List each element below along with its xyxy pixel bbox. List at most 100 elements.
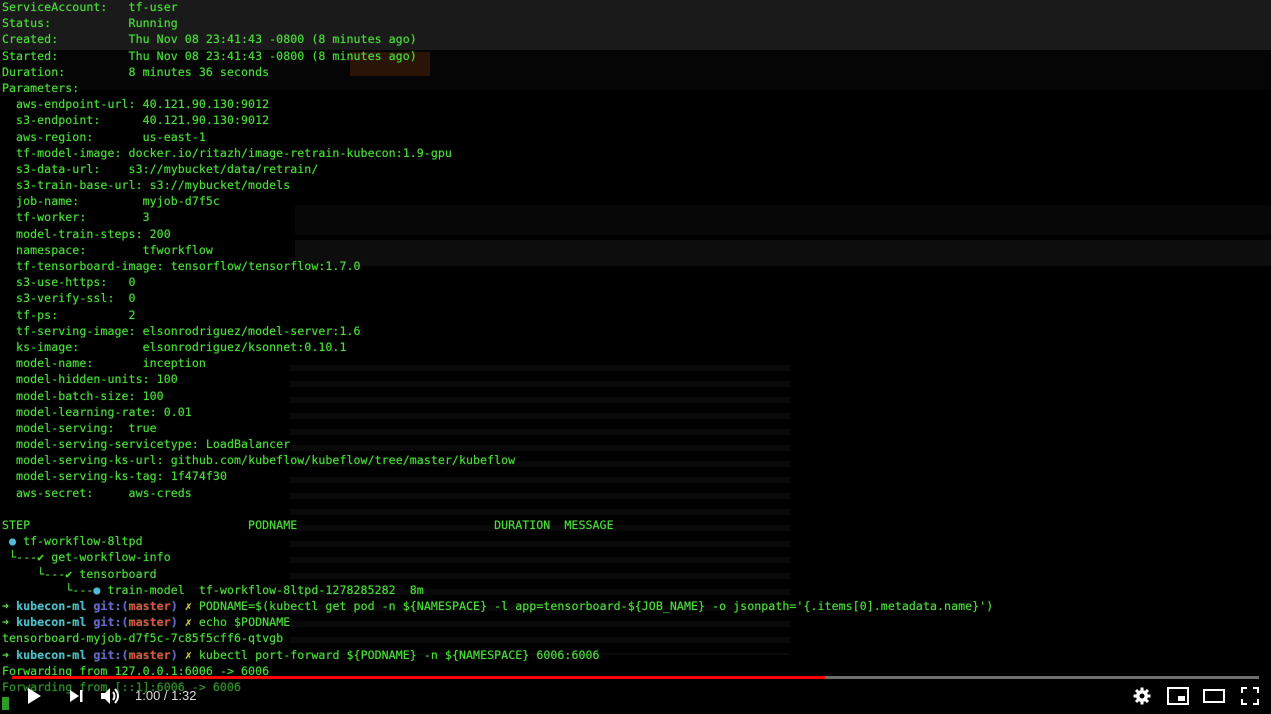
play-icon	[28, 688, 41, 704]
step-tree: └---	[2, 550, 38, 565]
next-button[interactable]	[64, 684, 88, 708]
parameter-line: s3-endpoint: 40.121.90.130:9012	[2, 112, 993, 128]
parameter-line: tf-tensorboard-image: tensorflow/tensorf…	[2, 258, 993, 274]
parameter-value: elsonrodriguez/model-server:1.6	[142, 323, 361, 338]
parameter-value: 40.121.90.130:9012	[142, 113, 270, 128]
parameter-value: 0	[128, 275, 136, 290]
parameter-key: tf-model-image:	[2, 145, 129, 160]
parameter-value: true	[128, 420, 157, 435]
terminal-output: ServiceAccount: tf-user Status: Running Cr…	[2, 0, 993, 711]
dirty-x-icon: ✗	[184, 615, 199, 630]
parameter-value: 0	[128, 291, 136, 306]
parameter-value: s3://mybucket/data/retrain/	[128, 161, 319, 176]
parameter-line: s3-train-base-url: s3://mybucket/models	[2, 177, 993, 193]
parameter-line: tf-worker: 3	[2, 209, 993, 225]
next-icon	[70, 690, 83, 702]
command-line: ➜ kubecon-ml git:(master) ✗ kubectl port…	[2, 647, 993, 663]
parameter-key: tf-tensorboard-image:	[2, 259, 171, 273]
progress-bar[interactable]	[12, 676, 1259, 679]
prompt-arrow-icon: ➜	[2, 598, 17, 613]
info-line: Status: Running	[2, 15, 993, 31]
parameter-value: 3	[142, 210, 150, 225]
info-value: 8 minutes 36 seconds	[128, 64, 270, 79]
parameter-line: tf-serving-image: elsonrodriguez/model-s…	[2, 323, 993, 339]
parameter-value: LoadBalancer	[205, 437, 291, 452]
prompt-git: git:(	[93, 647, 129, 662]
fullscreen-icon	[1241, 687, 1259, 705]
prompt-branch: master	[128, 615, 171, 630]
command-text: kubectl port-forward ${PODNAME} -n ${NAM…	[198, 647, 600, 662]
info-value: tf-user	[128, 0, 178, 14]
parameter-key: tf-serving-image:	[2, 323, 143, 338]
volume-button[interactable]	[99, 684, 123, 708]
parameter-value: 0.01	[163, 404, 192, 419]
prompt-branch: master	[128, 598, 171, 613]
parameter-key: model-batch-size:	[2, 388, 143, 403]
parameter-line: aws-region: us-east-1	[2, 129, 993, 145]
parameter-line: aws-endpoint-url: 40.121.90.130:9012	[2, 96, 993, 112]
parameter-line: ks-image: elsonrodriguez/ksonnet:0.10.1	[2, 339, 993, 355]
info-key: Created:	[2, 32, 129, 47]
parameter-line: s3-data-url: s3://mybucket/data/retrain/	[2, 161, 993, 177]
parameter-key: job-name:	[2, 194, 143, 209]
prompt-git: )	[170, 615, 185, 630]
parameter-line: tf-ps: 2	[2, 307, 993, 323]
step-name: tf-workflow-8ltpd	[16, 534, 143, 549]
parameter-key: model-serving-ks-url:	[2, 453, 171, 468]
parameter-key: model-serving:	[2, 420, 129, 435]
parameter-line: model-learning-rate: 0.01	[2, 404, 993, 420]
prompt-git: )	[170, 647, 185, 662]
parameter-key: model-train-steps:	[2, 226, 150, 241]
prompt-arrow-icon: ➜	[2, 647, 17, 662]
parameter-value: github.com/kubeflow/kubeflow/tree/master…	[170, 453, 516, 468]
dirty-x-icon: ✗	[184, 598, 199, 613]
step-tree: └---	[2, 582, 94, 597]
fullscreen-button[interactable]	[1238, 684, 1262, 708]
parameter-key: model-hidden-units:	[2, 372, 157, 387]
step-row: └---✔ tensorboard	[2, 566, 993, 582]
info-key: ServiceAccount:	[2, 0, 129, 14]
info-line: ServiceAccount: tf-user	[2, 0, 993, 15]
miniplayer-button[interactable]	[1166, 684, 1190, 708]
info-key: Status:	[2, 16, 129, 31]
parameter-key: aws-secret:	[2, 485, 129, 500]
steps-header-text: STEP PODNAME DURATION MESSAGE	[2, 518, 614, 532]
info-line: Parameters:	[2, 80, 993, 96]
command-text: echo $PODNAME	[198, 615, 291, 630]
parameter-value: aws-creds	[128, 485, 192, 500]
prompt-directory: kubecon-ml	[16, 615, 94, 630]
parameter-value: 100	[156, 372, 178, 387]
step-tree: └---	[2, 566, 66, 581]
parameter-value: inception	[142, 356, 206, 371]
step-name: train-model tf-workflow-8ltpd-1278285282…	[100, 582, 424, 597]
parameter-value: 2	[128, 307, 136, 322]
parameter-line: job-name: myjob-d7f5c	[2, 193, 993, 209]
step-name: get-workflow-info	[44, 550, 171, 565]
play-button[interactable]	[22, 684, 46, 708]
settings-icon	[1133, 687, 1151, 705]
step-row: ● tf-workflow-8ltpd	[2, 533, 993, 549]
command-text: PODNAME=$(kubectl get pod -n ${NAMESPACE…	[198, 598, 994, 613]
parameter-key: model-serving-ks-tag:	[2, 469, 171, 484]
theater-mode-button[interactable]	[1202, 684, 1226, 708]
parameter-value: elsonrodriguez/ksonnet:0.10.1	[142, 339, 347, 354]
settings-button[interactable]	[1130, 684, 1154, 708]
output-line: tensorboard-myjob-d7f5c-7c85f5cff6-qtvgb	[2, 630, 993, 646]
step-tree	[2, 534, 9, 548]
video-player-controls: 1:00 / 1:32	[0, 670, 1271, 714]
parameter-key: s3-train-base-url:	[2, 178, 150, 193]
step-name: tensorboard	[72, 566, 157, 581]
running-dot-icon: ●	[9, 534, 17, 549]
parameter-line: model-serving-ks-tag: 1f474f30	[2, 468, 993, 484]
parameter-key: tf-worker:	[2, 210, 143, 225]
info-value: Thu Nov 08 23:41:43 -0800 (8 minutes ago…	[128, 48, 417, 63]
parameter-value: tfworkflow	[142, 242, 213, 257]
step-row: └---● train-model tf-workflow-8ltpd-1278…	[2, 582, 993, 598]
info-value: Running	[128, 16, 178, 31]
volume-icon	[101, 688, 119, 704]
prompt-branch: master	[128, 647, 171, 662]
parameter-line: aws-secret: aws-creds	[2, 485, 993, 501]
progress-bar-played	[12, 676, 826, 679]
time-display: 1:00 / 1:32	[135, 688, 197, 703]
parameter-key: s3-use-https:	[2, 275, 129, 290]
